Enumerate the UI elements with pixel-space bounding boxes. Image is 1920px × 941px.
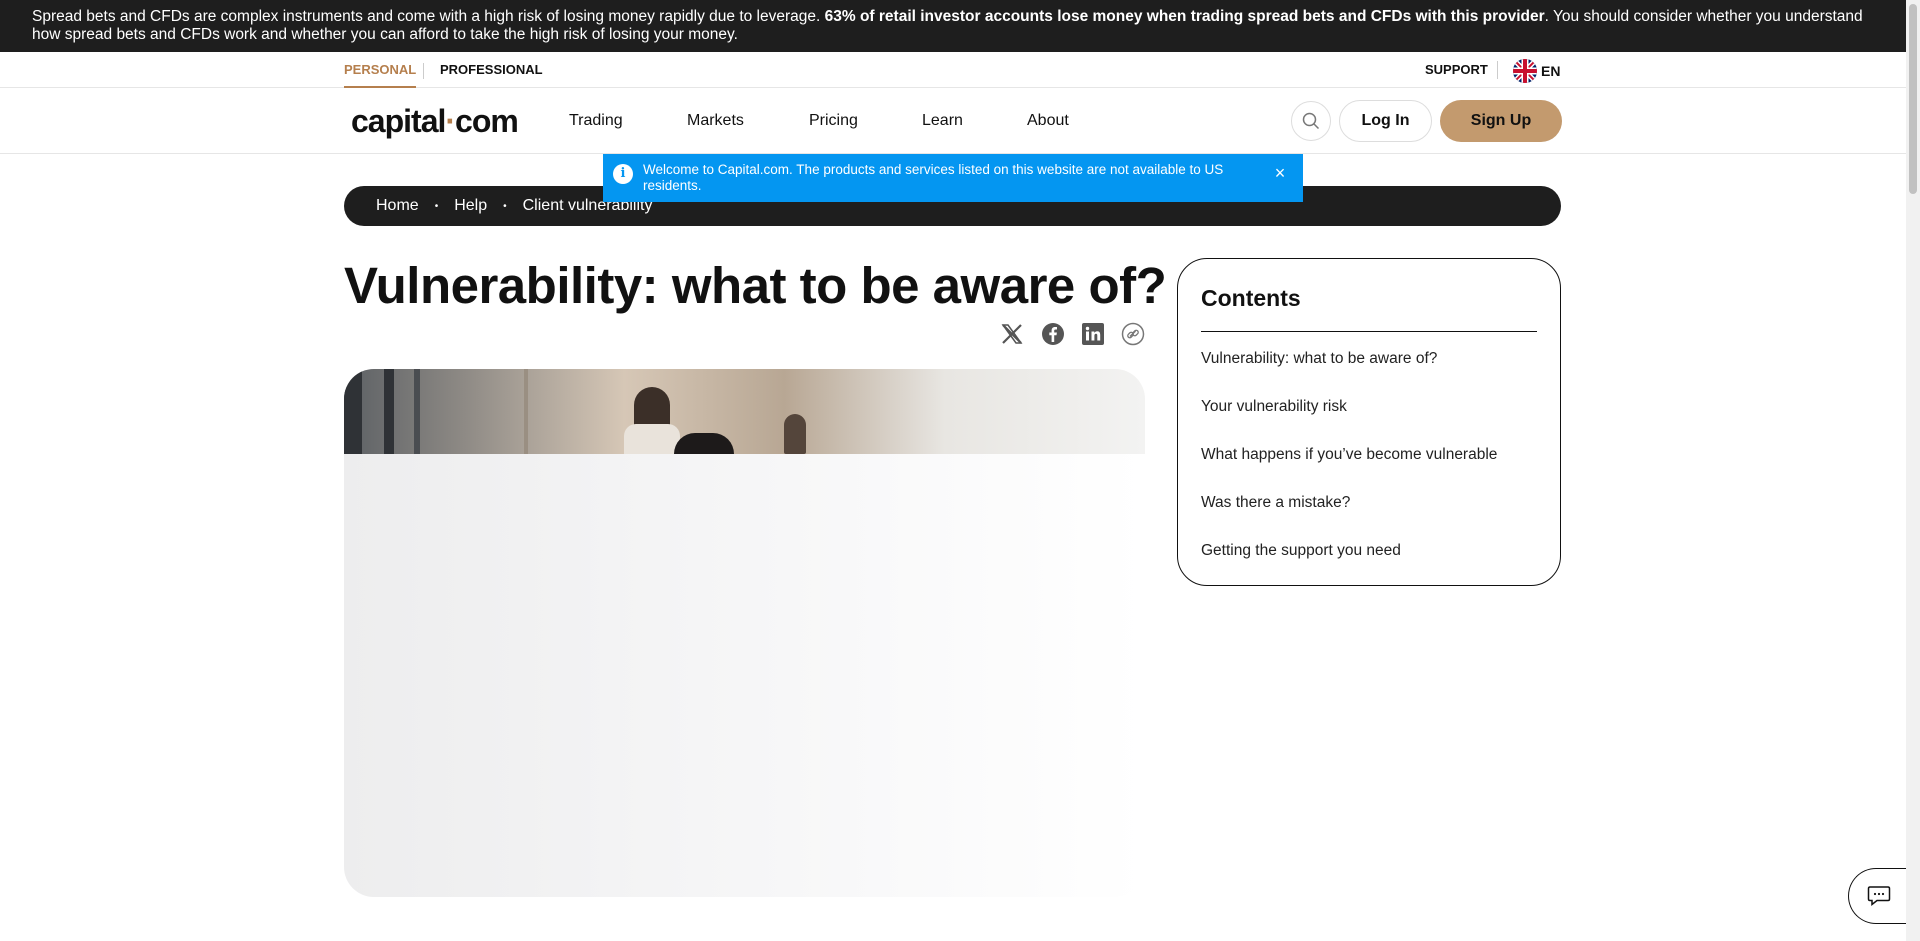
breadcrumb-separator: • bbox=[503, 200, 507, 212]
table-of-contents: Contents Vulnerability: what to be aware… bbox=[1177, 258, 1561, 586]
page-title: Vulnerability: what to be aware of? bbox=[344, 257, 1167, 314]
page-scrollbar[interactable] bbox=[1906, 0, 1920, 941]
copy-link-icon[interactable] bbox=[1120, 321, 1146, 347]
close-icon[interactable]: × bbox=[1271, 164, 1289, 182]
chat-button[interactable] bbox=[1848, 868, 1908, 924]
language-divider bbox=[1497, 61, 1498, 79]
tab-professional[interactable]: PROFESSIONAL bbox=[440, 52, 543, 88]
capital-com-logo[interactable]: capital·com bbox=[351, 102, 519, 140]
breadcrumb-home[interactable]: Home bbox=[376, 197, 419, 215]
contents-item[interactable]: Getting the support you need bbox=[1201, 542, 1537, 560]
breadcrumb-separator: • bbox=[434, 200, 439, 212]
nav-item-trading[interactable]: Trading bbox=[569, 88, 623, 154]
contents-item[interactable]: Your vulnerability risk bbox=[1201, 398, 1537, 416]
nav-item-about[interactable]: About bbox=[1027, 88, 1069, 154]
search-button[interactable] bbox=[1291, 101, 1331, 141]
contents-heading: Contents bbox=[1201, 283, 1537, 332]
facebook-icon[interactable] bbox=[1040, 321, 1066, 347]
nav-item-markets[interactable]: Markets bbox=[687, 88, 744, 154]
risk-warning-bold: 63% of retail investor accounts lose mon… bbox=[824, 8, 1545, 25]
language-label: EN bbox=[1541, 63, 1561, 79]
chat-icon bbox=[1867, 886, 1890, 907]
signup-button[interactable]: Sign Up bbox=[1440, 100, 1562, 142]
nav-item-learn[interactable]: Learn bbox=[922, 88, 963, 154]
tab-personal[interactable]: PERSONAL bbox=[344, 52, 417, 88]
main-nav: capital·com Trading Markets Pricing Lear… bbox=[0, 88, 1906, 154]
risk-warning-text: Spread bets and CFDs are complex instrum… bbox=[32, 8, 825, 25]
office-photo bbox=[344, 369, 1145, 454]
support-link[interactable]: SUPPORT bbox=[1425, 52, 1488, 88]
breadcrumb-help[interactable]: Help bbox=[454, 197, 487, 215]
x-icon[interactable] bbox=[999, 321, 1025, 347]
scrollbar-thumb[interactable] bbox=[1909, 4, 1917, 194]
contents-list: Vulnerability: what to be aware of? Your… bbox=[1201, 350, 1537, 560]
login-button[interactable]: Log In bbox=[1339, 100, 1432, 142]
uk-flag-icon bbox=[1513, 59, 1537, 83]
article-hero-image bbox=[344, 369, 1145, 897]
language-selector[interactable]: EN bbox=[1513, 59, 1560, 83]
info-icon: i bbox=[613, 164, 633, 184]
search-icon bbox=[1302, 112, 1320, 130]
notice-text: Welcome to Capital.com. The products and… bbox=[643, 162, 1224, 193]
risk-warning-bar: Spread bets and CFDs are complex instrum… bbox=[0, 0, 1906, 52]
contents-item[interactable]: Was there a mistake? bbox=[1201, 494, 1537, 512]
top-links-bar: PERSONAL PROFESSIONAL SUPPORT EN bbox=[0, 52, 1906, 88]
segment-divider bbox=[423, 63, 424, 79]
contents-item[interactable]: What happens if you’ve become vulnerable bbox=[1201, 446, 1537, 464]
us-residents-notice: i Welcome to Capital.com. The products a… bbox=[603, 154, 1303, 202]
linkedin-icon[interactable] bbox=[1080, 321, 1106, 347]
contents-item[interactable]: Vulnerability: what to be aware of? bbox=[1201, 350, 1537, 368]
nav-item-pricing[interactable]: Pricing bbox=[809, 88, 858, 154]
